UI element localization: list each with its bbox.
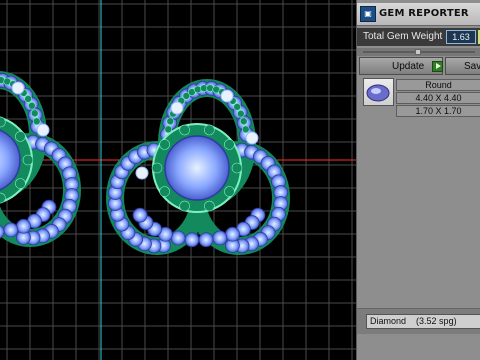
gem-list-item[interactable]: Round 4.40 X 4.40 1.70 X 1.70 <box>360 78 480 118</box>
setting-stone <box>16 218 31 234</box>
setting-stone <box>170 230 186 246</box>
gem-depth: 1.70 X 1.70 <box>396 105 480 117</box>
save-button-label: Save <box>464 61 480 72</box>
highlight-stone <box>11 81 25 95</box>
highlight-stone <box>220 89 234 103</box>
setting-stone <box>198 232 214 248</box>
model-viewport[interactable] <box>0 0 356 360</box>
setting-stone <box>212 230 228 246</box>
round-gem-icon <box>363 78 394 106</box>
highlight-stone <box>170 101 184 115</box>
metal-bead <box>151 162 163 174</box>
panel-bottom <box>357 334 480 360</box>
highlight-stone <box>245 131 259 145</box>
total-weight-row: Total Gem Weight 1.63 <box>357 28 480 46</box>
panel-slider[interactable] <box>357 48 480 56</box>
metal-bead <box>241 125 250 134</box>
total-weight-label: Total Gem Weight <box>363 31 443 42</box>
material-field[interactable]: Diamond (3.52 spg) <box>366 314 480 329</box>
metal-bead <box>193 85 202 94</box>
setting-stone <box>184 232 200 248</box>
metal-bead <box>204 200 215 212</box>
metal-bead <box>206 84 214 92</box>
material-spg: (3.52 spg) <box>416 316 457 326</box>
metal-bead <box>231 162 243 174</box>
highlight-stone <box>135 166 149 180</box>
metal-bead <box>24 95 32 103</box>
update-button[interactable]: Update <box>359 57 443 75</box>
setting-stone <box>3 222 19 238</box>
update-button-label: Update <box>392 61 425 72</box>
metal-bead <box>15 178 26 189</box>
metal-bead <box>159 186 170 197</box>
metal-bead <box>204 124 215 136</box>
metal-bead <box>22 154 34 166</box>
metal-bead <box>179 124 190 136</box>
metal-bead <box>30 109 39 118</box>
setting-stone <box>225 226 240 242</box>
gem-reporter-logo-icon: ▣ <box>360 6 376 22</box>
metal-bead <box>239 117 248 126</box>
panel-titlebar: ▣ GEM REPORTER <box>357 3 480 26</box>
earring-scene[interactable] <box>0 0 356 360</box>
highlight-stone <box>36 123 50 137</box>
metal-bead <box>15 131 26 142</box>
metal-bead <box>28 101 36 110</box>
metal-bead <box>159 139 170 150</box>
metal-bead <box>233 103 241 111</box>
metal-bead <box>224 186 235 197</box>
gem-list-area[interactable] <box>360 118 480 308</box>
metal-bead <box>32 117 41 126</box>
save-button[interactable]: Save <box>445 57 480 75</box>
metal-bead <box>224 139 235 150</box>
metal-bead <box>237 109 245 118</box>
gem-shape: Round <box>396 79 480 91</box>
total-weight-value: 1.63 <box>446 30 476 44</box>
earring-main-center-stone <box>164 135 230 201</box>
panel-title: GEM REPORTER <box>379 8 469 19</box>
panel-footer: Diamond (3.52 spg) <box>357 308 480 335</box>
metal-bead <box>166 117 175 126</box>
gem-reporter-panel: ▣ GEM REPORTER Total Gem Weight 1.63 Upd… <box>356 0 480 360</box>
slider-thumb[interactable] <box>415 49 421 55</box>
play-icon <box>432 61 443 72</box>
metal-bead <box>179 200 190 212</box>
material-name: Diamond <box>370 316 407 326</box>
gem-size: 4.40 X 4.40 <box>396 92 480 104</box>
setting-stone <box>132 207 148 223</box>
